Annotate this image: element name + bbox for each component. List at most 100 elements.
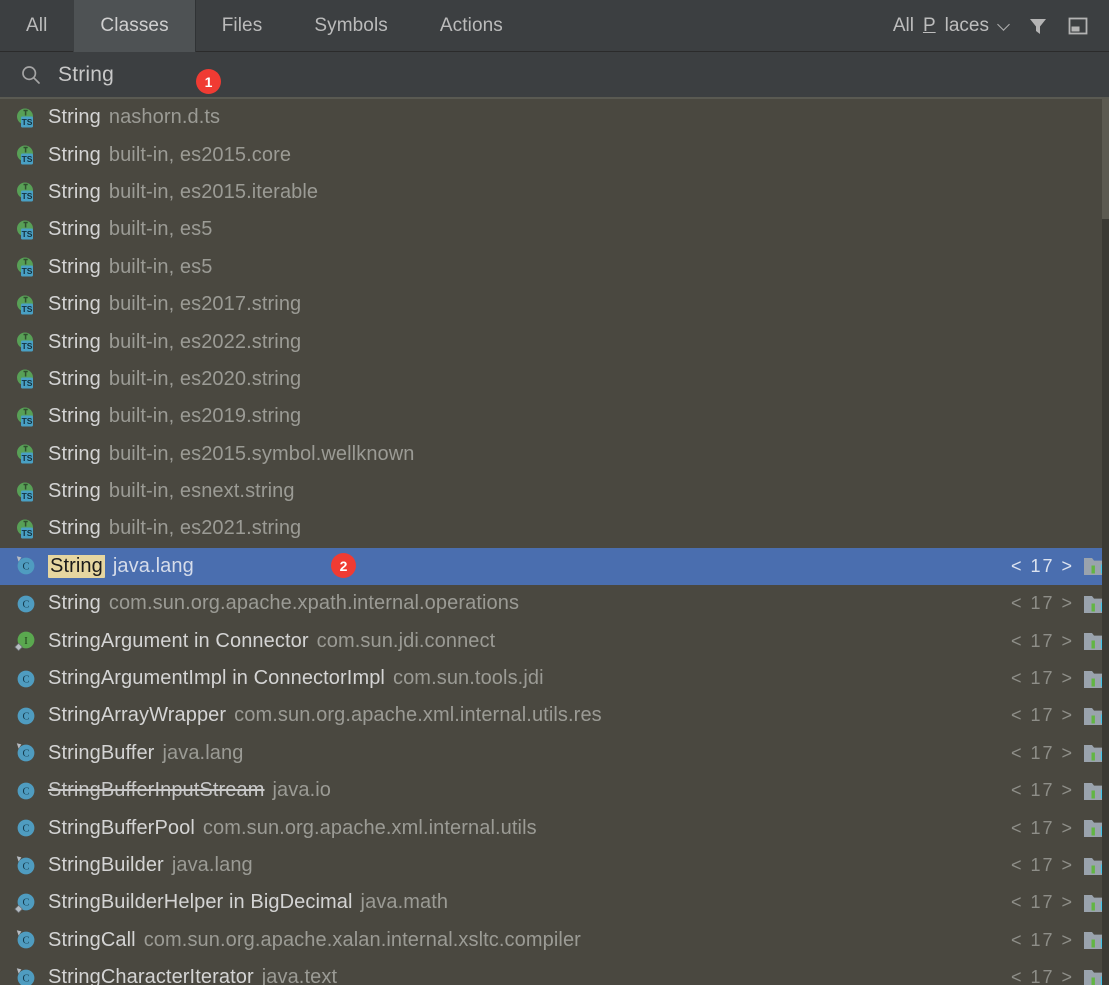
- typescript-class-icon: TS: [14, 517, 38, 541]
- svg-text:TS: TS: [22, 304, 33, 314]
- filter-funnel-icon[interactable]: [1025, 13, 1051, 39]
- result-row-name: String: [48, 442, 101, 465]
- result-row[interactable]: C StringArrayWrapper com.sun.org.apache.xm…: [0, 697, 1109, 734]
- result-row[interactable]: C StringArgumentImpl in ConnectorImpl com.…: [0, 660, 1109, 697]
- result-row-package: built-in, es2017.string: [108, 293, 302, 316]
- result-row[interactable]: TS String built-in, es2021.string: [0, 510, 1109, 547]
- result-row[interactable]: TS String built-in, es2015.core: [0, 136, 1109, 173]
- preview-panel-icon[interactable]: [1065, 13, 1091, 39]
- result-count-stepper[interactable]: < 17 >: [1011, 780, 1074, 801]
- result-row-name: StringBuilderHelper in BigDecimal: [48, 891, 353, 914]
- tab-classes[interactable]: Classes: [73, 0, 196, 52]
- result-row-name: StringBufferPool: [48, 816, 195, 839]
- result-count-stepper[interactable]: < 17 >: [1011, 930, 1074, 951]
- result-row-package: built-in, es2015.symbol.wellknown: [108, 442, 415, 465]
- svg-text:TS: TS: [22, 379, 33, 389]
- search-results-list[interactable]: TS String nashorn.d.ts TS String built-in, es…: [0, 99, 1109, 985]
- result-row-meta: < 17 >: [1011, 817, 1109, 839]
- result-row[interactable]: TS String built-in, es2020.string: [0, 361, 1109, 398]
- svg-text:C: C: [22, 674, 29, 685]
- tab-all[interactable]: All: [0, 0, 73, 52]
- result-row[interactable]: TS String nashorn.d.ts: [0, 99, 1109, 136]
- result-row[interactable]: C StringCall com.sun.org.apache.xalan.inte…: [0, 922, 1109, 959]
- tab-actions-label: Actions: [439, 15, 503, 36]
- header-controls: All Places: [893, 0, 1109, 51]
- svg-text:TS: TS: [22, 528, 33, 538]
- result-row-meta: < 17 >: [1011, 705, 1109, 727]
- result-row[interactable]: TS String built-in, es2022.string: [0, 323, 1109, 360]
- result-row-text: StringBuffer java.lang: [48, 742, 997, 765]
- result-row[interactable]: C StringBufferPool com.sun.org.apache.xml.…: [0, 809, 1109, 846]
- result-row[interactable]: C StringBuffer java.lang < 17 >: [0, 735, 1109, 772]
- result-row-meta: < 17 >: [1011, 668, 1109, 690]
- svg-text:I: I: [24, 636, 28, 647]
- result-row[interactable]: TS String built-in, es2019.string: [0, 398, 1109, 435]
- tab-files[interactable]: Files: [196, 0, 289, 52]
- result-row[interactable]: C String java.lang < 17 >: [0, 547, 1109, 586]
- result-row-package: built-in, es2020.string: [108, 367, 302, 390]
- typescript-class-icon: TS: [14, 180, 38, 204]
- svg-text:TS: TS: [22, 491, 33, 501]
- result-row-package: java.lang: [162, 741, 244, 764]
- result-row-name: String: [48, 293, 101, 316]
- typescript-class-icon: TS: [14, 330, 38, 354]
- typescript-class-icon: TS: [14, 143, 38, 167]
- java-class-icon: C: [14, 592, 38, 616]
- result-row[interactable]: C String com.sun.org.apache.xpath.internal…: [0, 585, 1109, 622]
- result-row[interactable]: C StringBuilderHelper in BigDecimal java.m…: [0, 884, 1109, 921]
- result-count-stepper[interactable]: < 17 >: [1011, 668, 1074, 689]
- result-row[interactable]: TS String built-in, es2015.symbol.wellknow…: [0, 436, 1109, 473]
- result-row[interactable]: TS String built-in, esnext.string: [0, 473, 1109, 510]
- result-row-text: String built-in, es2015.symbol.wellknown: [48, 443, 1109, 466]
- svg-text:C: C: [22, 824, 29, 835]
- list-scrollbar[interactable]: [1102, 99, 1109, 985]
- result-row[interactable]: C StringCharacterIterator java.text < 17 >: [0, 959, 1109, 985]
- search-input-value[interactable]: String: [58, 63, 114, 87]
- result-row-meta: < 17 >: [1011, 929, 1109, 951]
- result-row-package: built-in, esnext.string: [108, 480, 295, 503]
- result-row-name: StringCharacterIterator: [48, 966, 254, 985]
- list-scrollbar-thumb[interactable]: [1102, 99, 1109, 219]
- result-row[interactable]: C StringBufferInputStream java.io < 17 >: [0, 772, 1109, 809]
- result-row-meta: < 17 >: [1011, 593, 1109, 615]
- java-class-icon: C: [14, 816, 38, 840]
- result-row[interactable]: TS String built-in, es2017.string: [0, 286, 1109, 323]
- result-row-name: String: [48, 180, 101, 203]
- result-row-name: String: [48, 218, 101, 241]
- result-count-stepper[interactable]: < 17 >: [1011, 743, 1074, 764]
- result-count-stepper[interactable]: < 17 >: [1011, 818, 1074, 839]
- java-private-class-icon: C: [14, 891, 38, 915]
- result-row[interactable]: TS String built-in, es5: [0, 211, 1109, 248]
- result-count-stepper[interactable]: < 17 >: [1011, 593, 1074, 614]
- typescript-class-icon: TS: [14, 405, 38, 429]
- tab-actions[interactable]: Actions: [414, 0, 529, 52]
- svg-text:C: C: [22, 786, 29, 797]
- tab-all-label: All: [26, 15, 48, 36]
- result-row[interactable]: TS String built-in, es2015.iterable: [0, 174, 1109, 211]
- java-class-icon: C: [14, 704, 38, 728]
- result-row[interactable]: I StringArgument in Connector com.sun.jdi.…: [0, 622, 1109, 659]
- result-row-text: String built-in, es2019.string: [48, 405, 1109, 428]
- result-row-name: StringArgument in Connector: [48, 629, 309, 652]
- result-count-stepper[interactable]: < 17 >: [1011, 705, 1074, 726]
- result-row-text: StringBuilderHelper in BigDecimal java.ma…: [48, 891, 997, 914]
- result-count-stepper[interactable]: < 17 >: [1011, 855, 1074, 876]
- typescript-class-icon: TS: [14, 255, 38, 279]
- result-count-stepper[interactable]: < 17 >: [1011, 631, 1074, 652]
- java-class-icon: C: [14, 667, 38, 691]
- java-final-class-icon: C: [14, 741, 38, 765]
- result-row[interactable]: C StringBuilder java.lang < 17 >: [0, 847, 1109, 884]
- result-row-name: String: [48, 592, 101, 615]
- java-final-class-icon: C: [14, 966, 38, 985]
- tab-symbols[interactable]: Symbols: [288, 0, 414, 52]
- result-count-stepper[interactable]: < 17 >: [1011, 892, 1074, 913]
- result-count-stepper[interactable]: < 17 >: [1011, 967, 1074, 985]
- result-count-stepper[interactable]: < 17 >: [1011, 556, 1074, 577]
- result-row-package: built-in, es5: [108, 255, 213, 278]
- scope-selector-all-places[interactable]: All Places: [893, 15, 1011, 37]
- result-row-text: String nashorn.d.ts: [48, 106, 1109, 129]
- result-row[interactable]: TS String built-in, es5: [0, 249, 1109, 286]
- result-row-meta: < 17 >: [1011, 742, 1109, 764]
- result-row-name: StringArgumentImpl in ConnectorImpl: [48, 667, 385, 690]
- search-field[interactable]: String: [0, 52, 1109, 99]
